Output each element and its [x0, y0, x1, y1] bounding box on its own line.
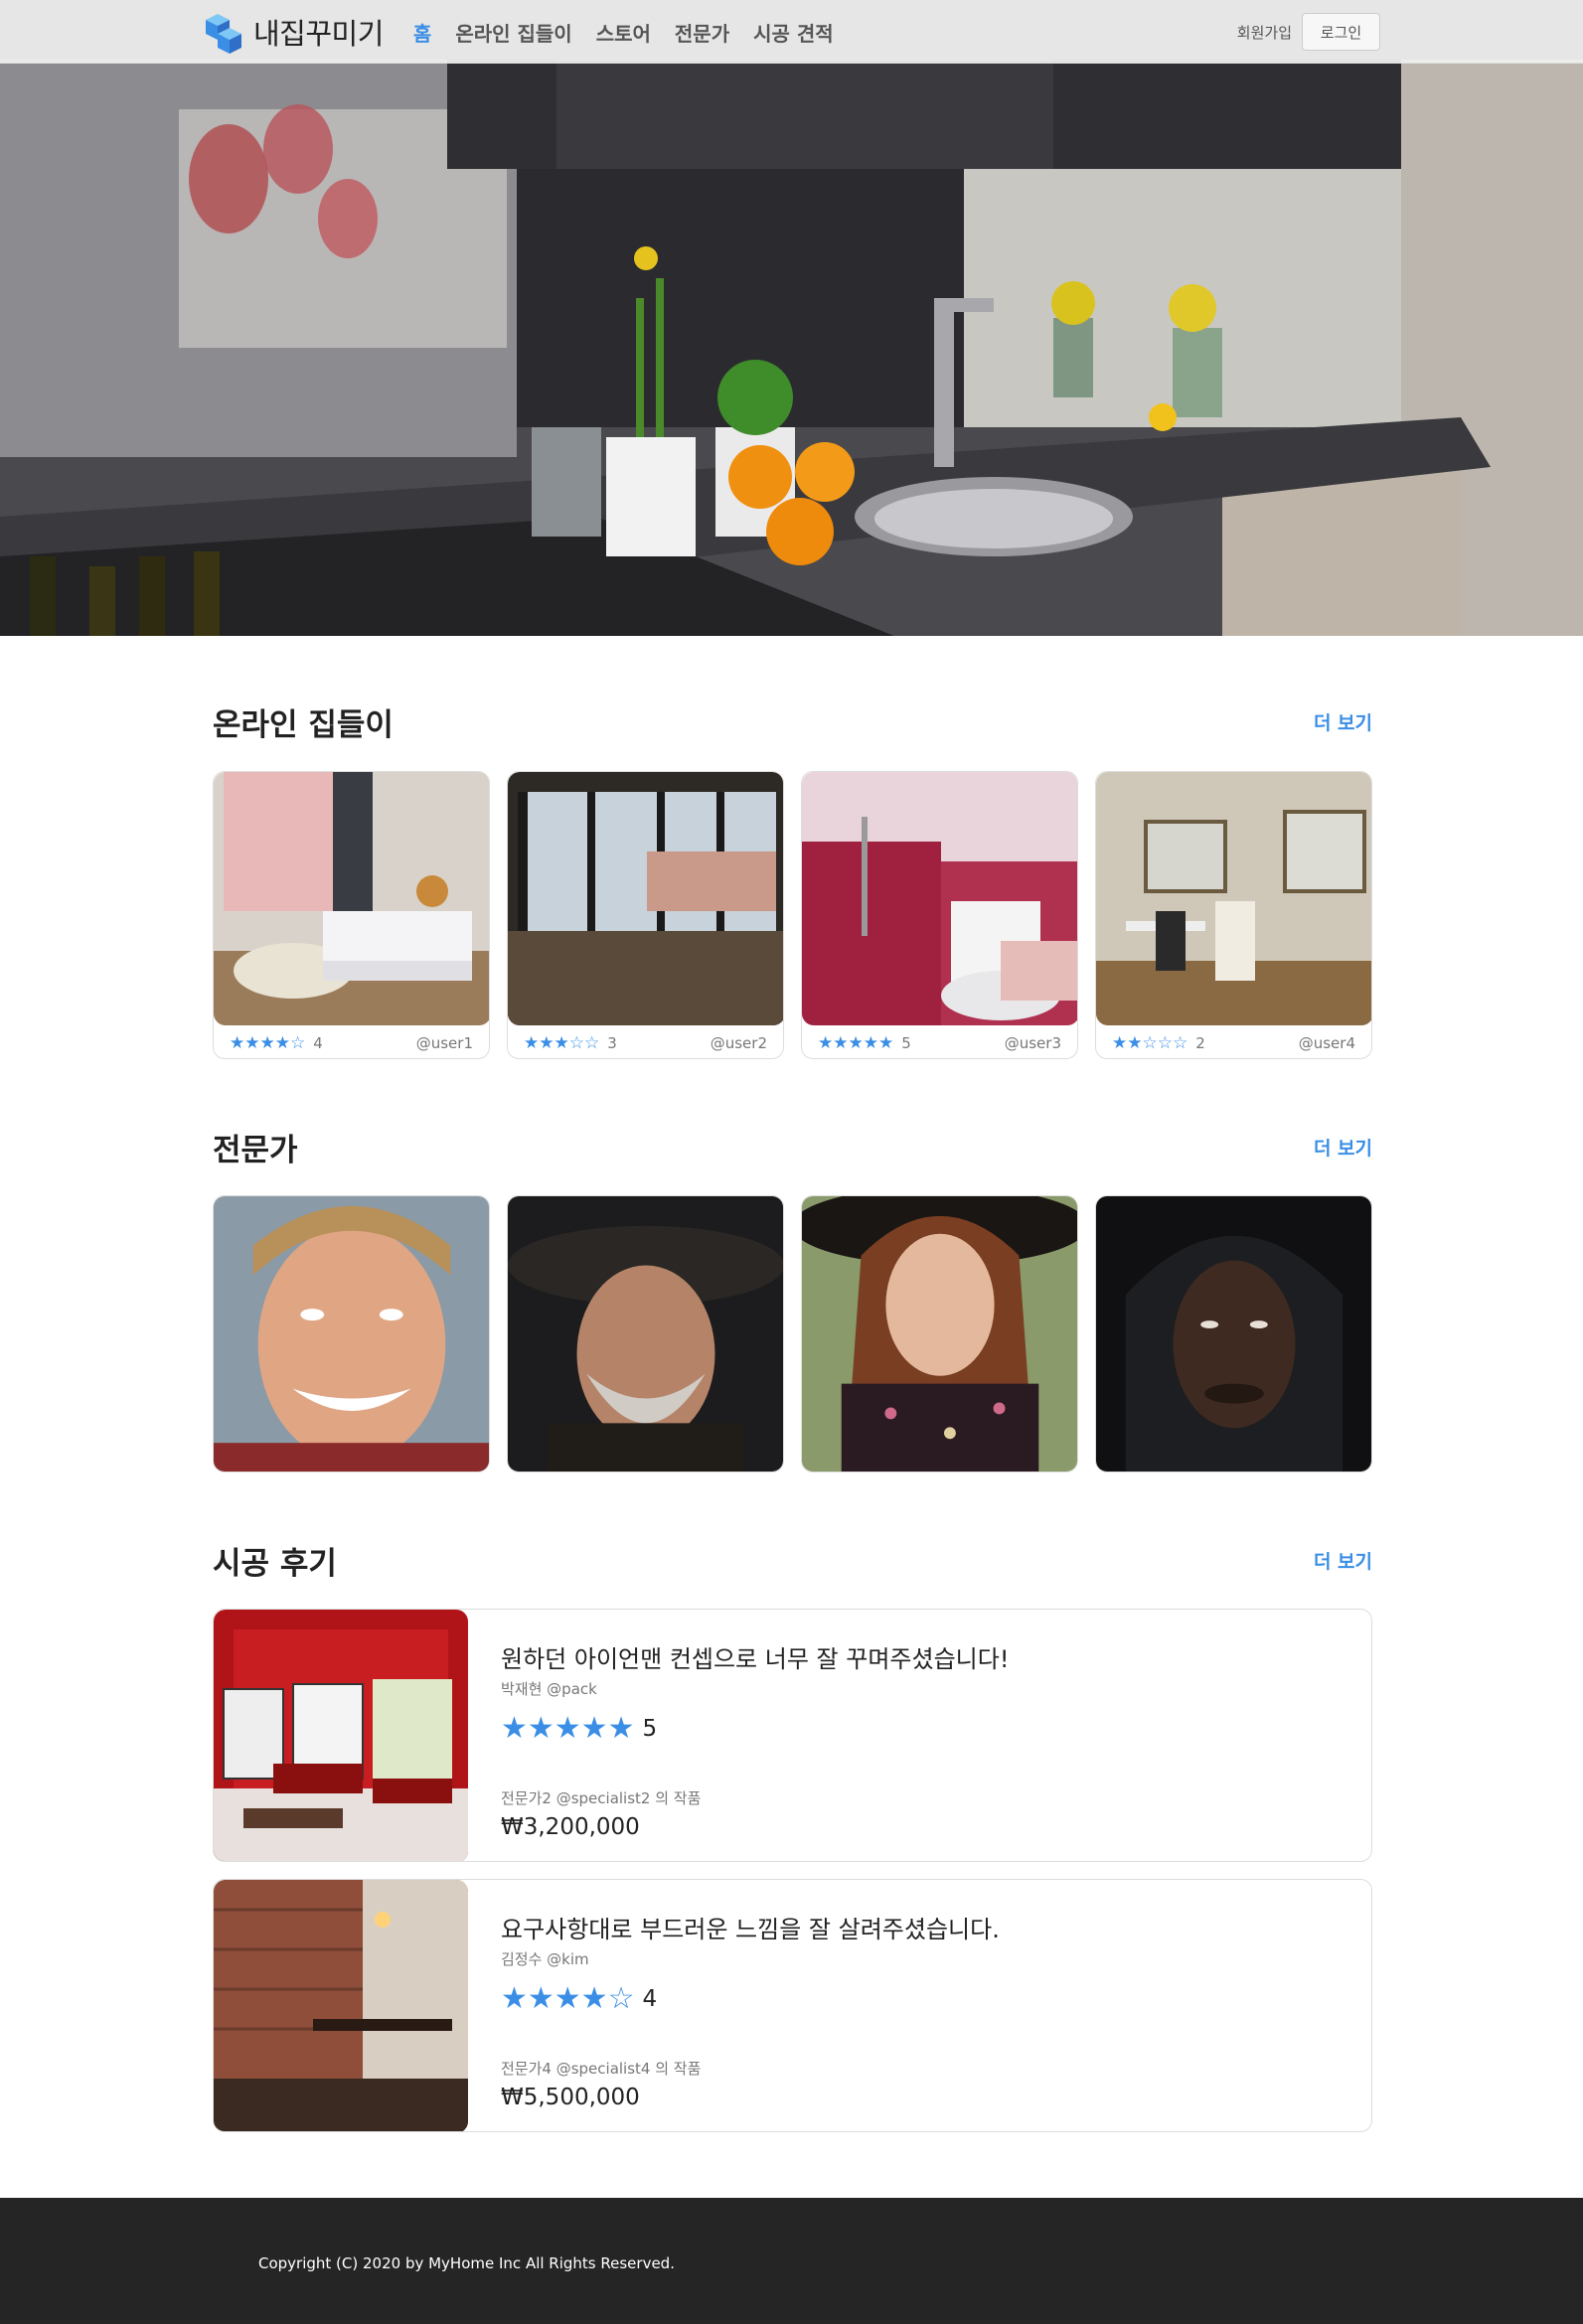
house-card[interactable]: ★★★★☆ 4 @user1	[213, 771, 490, 1059]
houses-section-header: 온라인 집들이 더 보기	[213, 699, 1372, 744]
copyright-text: Copyright (C) 2020 by MyHome Inc All Rig…	[258, 2254, 675, 2272]
section-title: 전문가	[213, 1133, 298, 1168]
hero-image	[0, 0, 1583, 636]
house-photo	[802, 772, 1077, 1025]
rating-stars-icon: ★★★★☆	[501, 1981, 635, 2016]
review-expert: 전문가4 @specialist4 의 작품	[501, 2060, 702, 2078]
review-title: 요구사항대로 부드러운 느낌을 잘 살려주셨습니다.	[501, 1916, 1000, 1943]
footer: Copyright (C) 2020 by MyHome Inc All Rig…	[0, 2198, 1583, 2324]
nav-experts[interactable]: 전문가	[675, 18, 729, 47]
house-photo	[214, 772, 489, 1025]
review-author: 김정수 @kim	[501, 1950, 589, 1968]
section-title: 온라인 집들이	[213, 707, 394, 743]
expert-photo	[214, 1196, 489, 1472]
house-card[interactable]: ★★★★★ 5 @user3	[801, 771, 1078, 1059]
review-score: 4	[642, 1985, 658, 2012]
houses-more-link[interactable]: 더 보기	[1314, 708, 1372, 735]
logo[interactable]: 내집꾸미기	[202, 8, 384, 56]
brand-name: 내집꾸미기	[253, 17, 384, 51]
expert-photo	[802, 1196, 1077, 1472]
expert-photo	[1096, 1196, 1371, 1472]
review-photo	[214, 1610, 468, 1861]
house-photo	[508, 772, 783, 1025]
house-user: @user2	[710, 1033, 767, 1052]
rating-stars-icon: ★★★★★	[501, 1711, 635, 1746]
reviews-more-link[interactable]: 더 보기	[1314, 1547, 1372, 1574]
rating-stars-icon: ★★★☆☆	[524, 1032, 600, 1053]
expert-card[interactable]	[213, 1195, 490, 1472]
house-card[interactable]: ★★☆☆☆ 2 @user4	[1095, 771, 1372, 1059]
house-photo	[1096, 772, 1371, 1025]
nav-online-housewarming[interactable]: 온라인 집들이	[455, 18, 571, 47]
house-rating: 3	[607, 1033, 617, 1052]
review-photo	[214, 1880, 468, 2131]
expert-card[interactable]	[1095, 1195, 1372, 1472]
review-card[interactable]: 원하던 아이언맨 컨셉으로 너무 잘 꾸며주셨습니다! 박재현 @pack ★★…	[213, 1609, 1372, 1862]
house-user: @user1	[415, 1033, 473, 1052]
experts-more-link[interactable]: 더 보기	[1314, 1134, 1372, 1161]
review-score: 5	[642, 1715, 658, 1742]
nav-home[interactable]: 홈	[413, 18, 431, 47]
kitchen-photo	[0, 0, 1583, 636]
main-nav: 홈 온라인 집들이 스토어 전문가 시공 견적	[413, 18, 858, 47]
reviews-section-header: 시공 후기 더 보기	[213, 1538, 1372, 1583]
rating-stars-icon: ★★★★☆	[230, 1032, 306, 1053]
section-title: 시공 후기	[213, 1546, 337, 1582]
expert-photo	[508, 1196, 783, 1472]
expert-card[interactable]	[507, 1195, 784, 1472]
house-user: @user4	[1298, 1033, 1355, 1052]
review-price: ₩5,500,000	[501, 2085, 640, 2110]
cube-logo-icon	[206, 14, 241, 54]
review-price: ₩3,200,000	[501, 1814, 640, 1840]
review-title: 원하던 아이언맨 컨셉으로 너무 잘 꾸며주셨습니다!	[501, 1645, 1010, 1673]
house-rating: 4	[313, 1033, 323, 1052]
nav-estimate[interactable]: 시공 견적	[753, 18, 834, 47]
rating-stars-icon: ★★☆☆☆	[1112, 1032, 1188, 1053]
experts-grid	[213, 1195, 1372, 1472]
nav-store[interactable]: 스토어	[596, 18, 651, 47]
review-expert: 전문가2 @specialist2 의 작품	[501, 1789, 702, 1807]
top-navbar: 내집꾸미기 홈 온라인 집들이 스토어 전문가 시공 견적 회원가입 로그인	[0, 0, 1583, 64]
houses-grid: ★★★★☆ 4 @user1 ★★★☆☆ 3 @user2 ★★★★★ 5 @u…	[213, 771, 1372, 1059]
rating-stars-icon: ★★★★★	[818, 1032, 894, 1053]
login-button[interactable]: 로그인	[1302, 13, 1380, 51]
house-rating: 5	[901, 1033, 911, 1052]
review-author: 박재현 @pack	[501, 1680, 597, 1698]
house-rating: 2	[1195, 1033, 1205, 1052]
review-card[interactable]: 요구사항대로 부드러운 느낌을 잘 살려주셨습니다. 김정수 @kim ★★★★…	[213, 1879, 1372, 2132]
signup-link[interactable]: 회원가입	[1237, 22, 1292, 43]
house-user: @user3	[1004, 1033, 1061, 1052]
expert-card[interactable]	[801, 1195, 1078, 1472]
experts-section-header: 전문가 더 보기	[213, 1125, 1372, 1169]
house-card[interactable]: ★★★☆☆ 3 @user2	[507, 771, 784, 1059]
